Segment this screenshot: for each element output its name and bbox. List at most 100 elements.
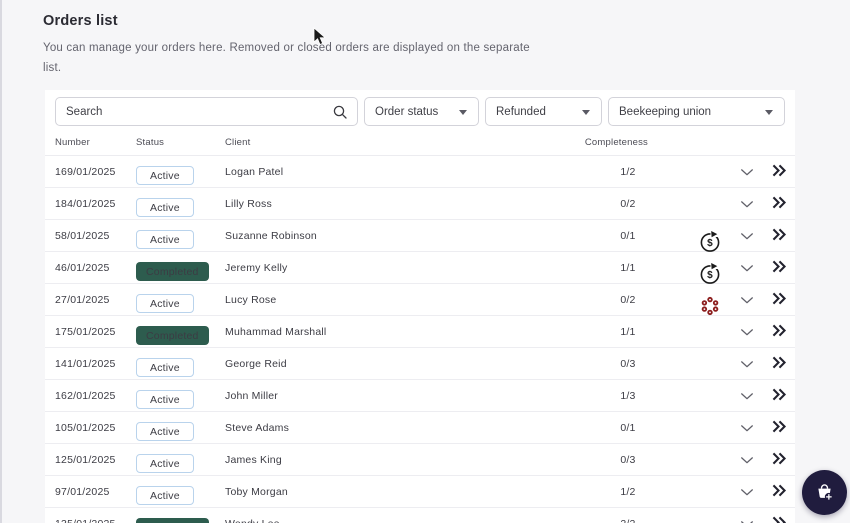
header-number: Number xyxy=(55,137,90,148)
status-badge: Active xyxy=(136,422,194,441)
open-order-button[interactable] xyxy=(770,452,788,468)
expand-row-button[interactable] xyxy=(739,197,755,211)
chevron-down-icon xyxy=(741,425,753,432)
row-icon-slot xyxy=(698,358,722,382)
open-order-button[interactable] xyxy=(770,164,788,180)
row-icon-slot xyxy=(698,390,722,414)
table-row: 175/01/2025 Completed Muhammad Marshall … xyxy=(45,316,795,348)
open-order-button[interactable] xyxy=(770,388,788,404)
open-order-button[interactable] xyxy=(770,420,788,436)
screen-left-edge xyxy=(0,0,2,523)
double-chevron-right-icon xyxy=(772,196,787,209)
completeness-value: 0/1 xyxy=(620,422,636,434)
table-row: 125/01/2025 Active James King 0/3 xyxy=(45,444,795,476)
client-name: Lilly Ross xyxy=(225,198,272,210)
open-order-button[interactable] xyxy=(770,324,788,340)
expand-row-button[interactable] xyxy=(739,357,755,371)
beekeeping-union-dropdown-label: Beekeeping union xyxy=(619,105,712,118)
completeness-value: 1/1 xyxy=(620,262,636,274)
open-order-button[interactable] xyxy=(770,484,788,500)
completeness-value: 0/2 xyxy=(620,198,636,210)
client-name: John Miller xyxy=(225,390,278,402)
expand-row-button[interactable] xyxy=(739,421,755,435)
row-icon-slot xyxy=(698,198,722,222)
table-header: Number Status Client Completeness xyxy=(45,135,795,156)
open-order-button[interactable] xyxy=(770,356,788,372)
refunded-dropdown-label: Refunded xyxy=(496,105,546,118)
client-name: James King xyxy=(225,454,282,466)
client-name: Lucy Rose xyxy=(225,294,277,306)
status-badge: Completed xyxy=(136,518,209,523)
add-order-fab[interactable] xyxy=(802,470,847,515)
caret-down-icon xyxy=(765,110,773,115)
table-row: 27/01/2025 Active Lucy Rose 0/2 xyxy=(45,284,795,316)
money-return-icon: $ xyxy=(698,262,722,286)
expand-row-button[interactable] xyxy=(739,261,755,275)
chevron-down-icon xyxy=(741,361,753,368)
order-number: 46/01/2025 xyxy=(55,262,110,274)
chevron-down-icon xyxy=(741,489,753,496)
caret-down-icon xyxy=(582,110,590,115)
order-number: 184/01/2025 xyxy=(55,198,116,210)
double-chevron-right-icon xyxy=(772,356,787,369)
client-name: Suzanne Robinson xyxy=(225,230,317,242)
chevron-down-icon xyxy=(741,393,753,400)
expand-row-button[interactable] xyxy=(739,165,755,179)
table-row: 46/01/2025 Completed Jeremy Kelly 1/1 $ xyxy=(45,252,795,284)
completeness-value: 1/1 xyxy=(620,326,636,338)
status-badge: Active xyxy=(136,294,194,313)
order-number: 135/01/2025 xyxy=(55,518,116,523)
completeness-value: 1/2 xyxy=(620,486,636,498)
open-order-button[interactable] xyxy=(770,516,788,523)
beekeeping-union-dropdown[interactable]: Beekeeping union xyxy=(608,97,785,126)
expand-row-button[interactable] xyxy=(739,325,755,339)
open-order-button[interactable] xyxy=(770,228,788,244)
orders-card: Order status Refunded Beekeeping union N… xyxy=(45,90,795,523)
table-row: 135/01/2025 Completed Wendy Lee 2/2 xyxy=(45,508,795,523)
chevron-down-icon xyxy=(741,265,753,272)
expand-row-button[interactable] xyxy=(739,293,755,307)
expand-row-button[interactable] xyxy=(739,229,755,243)
client-name: Muhammad Marshall xyxy=(225,326,327,338)
table-row: 141/01/2025 Active George Reid 0/3 xyxy=(45,348,795,380)
header-completeness: Completeness xyxy=(584,137,648,148)
order-number: 27/01/2025 xyxy=(55,294,110,306)
expand-row-button[interactable] xyxy=(739,453,755,467)
row-icon-slot xyxy=(698,486,722,510)
order-number: 58/01/2025 xyxy=(55,230,110,242)
table-row: 105/01/2025 Active Steve Adams 0/1 xyxy=(45,412,795,444)
order-number: 105/01/2025 xyxy=(55,422,116,434)
completeness-value: 0/3 xyxy=(620,454,636,466)
svg-text:$: $ xyxy=(707,238,713,249)
filter-bar: Order status Refunded Beekeeping union xyxy=(55,97,785,126)
order-number: 169/01/2025 xyxy=(55,166,116,178)
expand-row-button[interactable] xyxy=(739,389,755,403)
chevron-down-icon xyxy=(741,233,753,240)
chevron-down-icon xyxy=(741,457,753,464)
completeness-value: 1/3 xyxy=(620,390,636,402)
expand-row-button[interactable] xyxy=(739,485,755,499)
chevron-down-icon xyxy=(741,201,753,208)
search-input[interactable] xyxy=(56,98,357,125)
table-row: 58/01/2025 Active Suzanne Robinson 0/1 $ xyxy=(45,220,795,252)
status-badge: Active xyxy=(136,486,194,505)
header-client: Client xyxy=(225,137,251,148)
order-number: 97/01/2025 xyxy=(55,486,110,498)
double-chevron-right-icon xyxy=(772,228,787,241)
open-order-button[interactable] xyxy=(770,260,788,276)
double-chevron-right-icon xyxy=(772,292,787,305)
status-badge: Completed xyxy=(136,262,209,281)
order-status-dropdown[interactable]: Order status xyxy=(364,97,479,126)
open-order-button[interactable] xyxy=(770,292,788,308)
refunded-dropdown[interactable]: Refunded xyxy=(485,97,602,126)
order-number: 125/01/2025 xyxy=(55,454,116,466)
open-order-button[interactable] xyxy=(770,196,788,212)
expand-row-button[interactable] xyxy=(739,517,755,523)
double-chevron-right-icon xyxy=(772,260,787,273)
header-status: Status xyxy=(136,137,165,148)
status-badge: Active xyxy=(136,358,194,377)
table-row: 184/01/2025 Active Lilly Ross 0/2 xyxy=(45,188,795,220)
status-badge: Active xyxy=(136,198,194,217)
double-chevron-right-icon xyxy=(772,484,787,497)
client-name: Jeremy Kelly xyxy=(225,262,288,274)
